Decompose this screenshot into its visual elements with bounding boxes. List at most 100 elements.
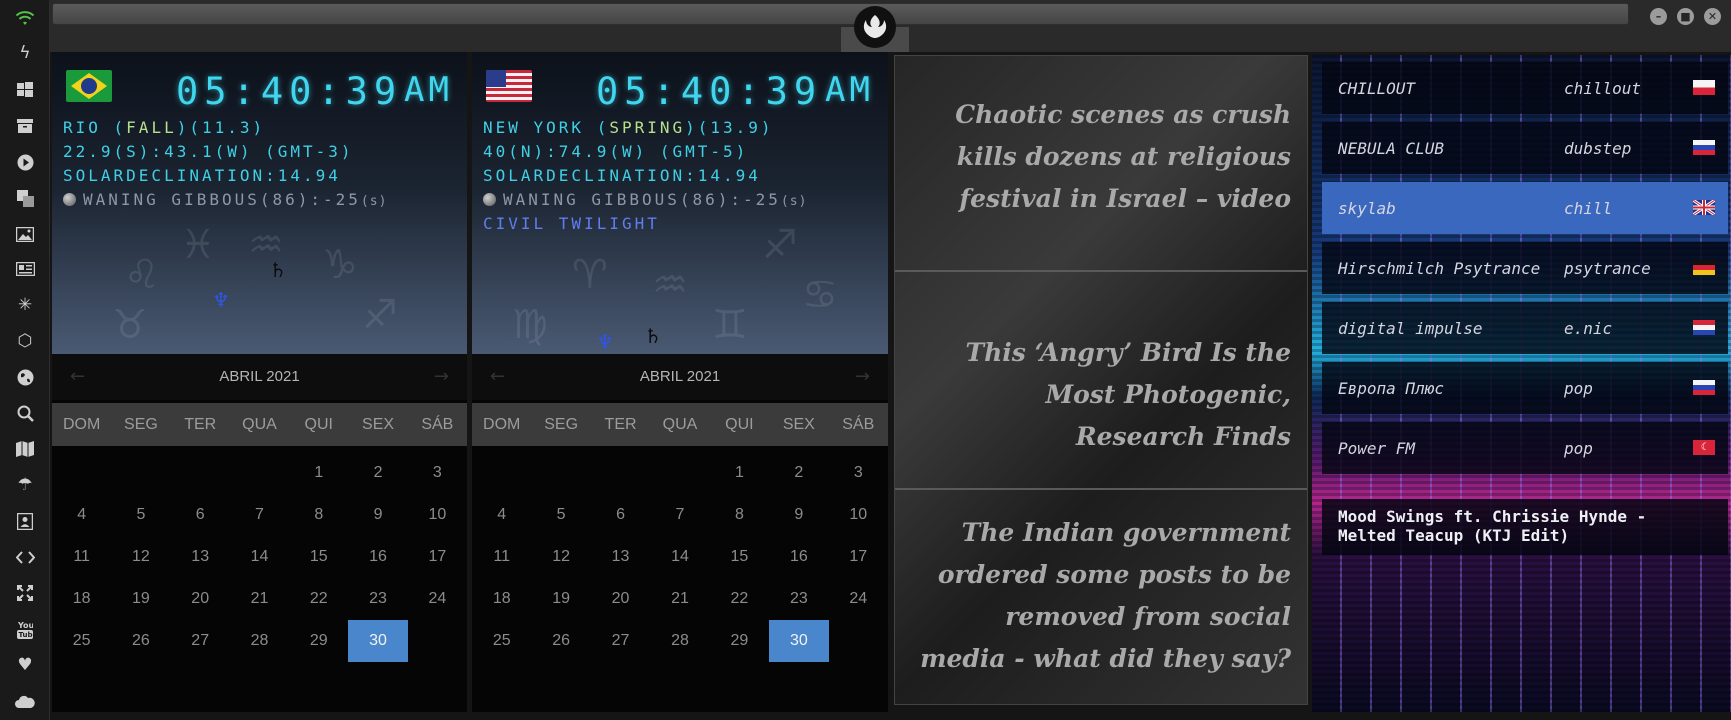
maximize-icon[interactable]: ■ <box>1677 8 1694 25</box>
calendar-day[interactable]: 23 <box>348 578 407 620</box>
calendar-day[interactable]: 16 <box>348 536 407 578</box>
calendar-day[interactable]: 21 <box>230 578 289 620</box>
calendar-day[interactable]: 12 <box>531 536 590 578</box>
calendar-blank <box>111 452 170 494</box>
next-month-icon[interactable]: → <box>434 354 449 400</box>
calendar-day[interactable]: 1 <box>710 452 769 494</box>
calendar-day[interactable]: 2 <box>769 452 828 494</box>
archive-icon[interactable] <box>13 114 37 138</box>
calendar-day[interactable]: 9 <box>348 494 407 536</box>
minimize-icon[interactable]: – <box>1650 8 1667 25</box>
calendar-day[interactable]: 18 <box>472 578 531 620</box>
next-month-icon[interactable]: → <box>855 354 870 400</box>
map-icon[interactable] <box>13 437 37 461</box>
news-headline[interactable]: Chaotic scenes as crush kills dozens at … <box>915 94 1291 220</box>
image-icon[interactable] <box>13 222 37 246</box>
calendar-day[interactable]: 29 <box>289 620 348 662</box>
calendar-day[interactable]: 4 <box>472 494 531 536</box>
calendar-day[interactable]: 26 <box>111 620 170 662</box>
translate-icon[interactable] <box>13 186 37 210</box>
calendar-day[interactable]: 28 <box>230 620 289 662</box>
calendar-day[interactable]: 20 <box>591 578 650 620</box>
calendar-day[interactable]: 24 <box>829 578 888 620</box>
calendar-day[interactable]: 16 <box>769 536 828 578</box>
station-row[interactable]: Hirschmilch Psytrance psytrance <box>1322 242 1728 294</box>
station-row[interactable]: digital impulse e.nic <box>1322 302 1728 354</box>
calendar-day[interactable]: 7 <box>650 494 709 536</box>
calendar-day[interactable]: 25 <box>52 620 111 662</box>
calendar-day[interactable]: 15 <box>710 536 769 578</box>
station-row[interactable]: NEBULA CLUB dubstep <box>1322 122 1728 174</box>
calendar-day[interactable]: 22 <box>710 578 769 620</box>
station-row[interactable]: Европа Плюс pop <box>1322 362 1728 414</box>
calendar-day[interactable]: 24 <box>408 578 467 620</box>
calendar-day-today[interactable]: 30 <box>769 620 829 662</box>
calendar-day[interactable]: 18 <box>52 578 111 620</box>
calendar-day[interactable]: 27 <box>591 620 650 662</box>
play-icon[interactable] <box>13 150 37 174</box>
calendar-day[interactable]: 11 <box>52 536 111 578</box>
station-row[interactable]: Power FM pop ☾ <box>1322 422 1728 474</box>
calendar-day[interactable]: 15 <box>289 536 348 578</box>
calendar-day[interactable]: 27 <box>171 620 230 662</box>
calendar-day[interactable]: 14 <box>650 536 709 578</box>
news-headline[interactable]: The Indian government ordered some posts… <box>915 512 1291 680</box>
calendar-day[interactable]: 9 <box>769 494 828 536</box>
calendar-day[interactable]: 8 <box>289 494 348 536</box>
cloud-icon[interactable] <box>13 689 37 713</box>
station-row[interactable]: CHILLOUT chillout <box>1322 62 1728 114</box>
fullscreen-icon[interactable] <box>13 581 37 605</box>
croatia-flag-icon <box>1693 320 1715 335</box>
umbrella-icon[interactable]: ☂ <box>13 473 37 497</box>
calendar-day[interactable]: 6 <box>171 494 230 536</box>
calendar-day[interactable]: 25 <box>472 620 531 662</box>
calendar-day[interactable]: 19 <box>111 578 170 620</box>
news-headline[interactable]: This ‘Angry’ Bird Is the Most Photogenic… <box>915 332 1291 458</box>
moon-icon <box>63 193 76 206</box>
title-bar-field[interactable] <box>52 3 1629 25</box>
calendar-day[interactable]: 1 <box>289 452 348 494</box>
calendar-day[interactable]: 12 <box>111 536 170 578</box>
search-icon[interactable] <box>13 401 37 425</box>
news-icon[interactable] <box>13 257 37 281</box>
calendar-day[interactable]: 2 <box>348 452 407 494</box>
calendar-day[interactable]: 21 <box>650 578 709 620</box>
calendar-day[interactable]: 4 <box>52 494 111 536</box>
calendar-day[interactable]: 28 <box>650 620 709 662</box>
calendar-day[interactable]: 5 <box>531 494 590 536</box>
code-icon[interactable] <box>13 545 37 569</box>
station-row-active[interactable]: skylab chill <box>1322 182 1728 234</box>
calendar-day[interactable]: 3 <box>408 452 467 494</box>
calendar-day[interactable]: 22 <box>289 578 348 620</box>
network-icon[interactable]: ⬡ <box>13 329 37 353</box>
close-icon[interactable]: ✕ <box>1704 8 1721 25</box>
calendar-day[interactable]: 7 <box>230 494 289 536</box>
globe-icon[interactable] <box>13 365 37 389</box>
rebel-alliance-logo-icon[interactable] <box>854 6 896 48</box>
bolt-icon[interactable]: ϟ <box>13 41 37 65</box>
calendar-day[interactable]: 17 <box>829 536 888 578</box>
calendar-day[interactable]: 6 <box>591 494 650 536</box>
windows-icon[interactable] <box>13 78 37 102</box>
settings-icon[interactable]: ✳ <box>13 293 37 317</box>
calendar-day[interactable]: 23 <box>769 578 828 620</box>
calendar-day[interactable]: 5 <box>111 494 170 536</box>
calendar-day[interactable]: 3 <box>829 452 888 494</box>
calendar-day[interactable]: 26 <box>531 620 590 662</box>
calendar-day[interactable]: 8 <box>710 494 769 536</box>
calendar-day[interactable]: 19 <box>531 578 590 620</box>
calendar-day[interactable]: 10 <box>829 494 888 536</box>
calendar-day-today[interactable]: 30 <box>348 620 408 662</box>
calendar-day[interactable]: 17 <box>408 536 467 578</box>
wifi-icon[interactable] <box>13 6 37 30</box>
calendar-day[interactable]: 14 <box>230 536 289 578</box>
calendar-day[interactable]: 29 <box>710 620 769 662</box>
calendar-day[interactable]: 11 <box>472 536 531 578</box>
calendar-day[interactable]: 13 <box>171 536 230 578</box>
calendar-day[interactable]: 20 <box>171 578 230 620</box>
contacts-icon[interactable] <box>13 509 37 533</box>
youtube-icon[interactable]: YouTube <box>13 617 37 641</box>
calendar-day[interactable]: 13 <box>591 536 650 578</box>
calendar-day[interactable]: 10 <box>408 494 467 536</box>
heart-icon[interactable]: ♥ <box>13 653 37 677</box>
